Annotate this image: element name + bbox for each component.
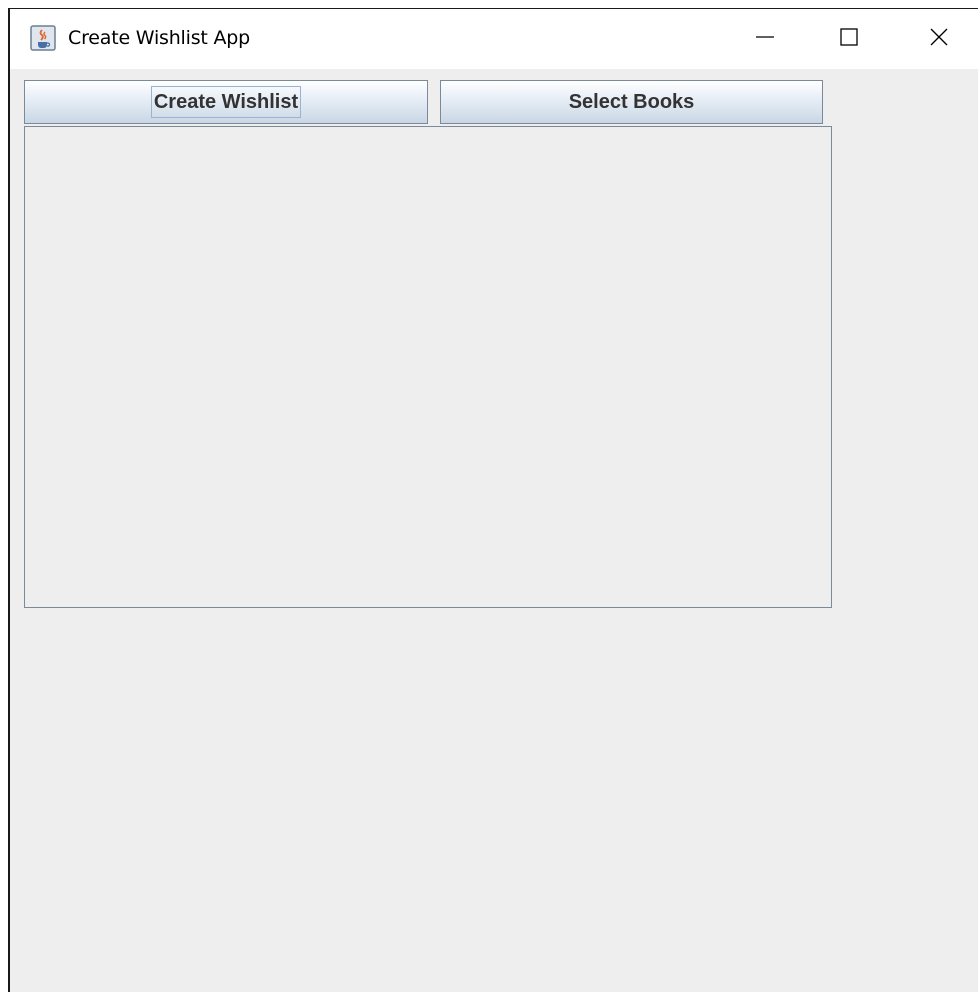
select-books-button[interactable]: Select Books xyxy=(440,80,823,124)
content-panel xyxy=(24,126,832,608)
app-window: Create Wishlist App Create Wishlist Sele… xyxy=(8,8,978,992)
create-wishlist-label: Create Wishlist xyxy=(150,86,302,118)
maximize-button[interactable] xyxy=(816,9,882,69)
minimize-icon xyxy=(755,27,775,52)
create-wishlist-button[interactable]: Create Wishlist xyxy=(24,80,428,124)
window-title: Create Wishlist App xyxy=(68,27,251,49)
minimize-button[interactable] xyxy=(732,9,798,69)
maximize-icon xyxy=(839,27,859,52)
java-cup-icon xyxy=(30,25,56,51)
select-books-label: Select Books xyxy=(568,91,695,113)
close-button[interactable] xyxy=(906,9,972,69)
title-bar[interactable]: Create Wishlist App xyxy=(10,9,978,69)
close-icon xyxy=(929,27,949,52)
